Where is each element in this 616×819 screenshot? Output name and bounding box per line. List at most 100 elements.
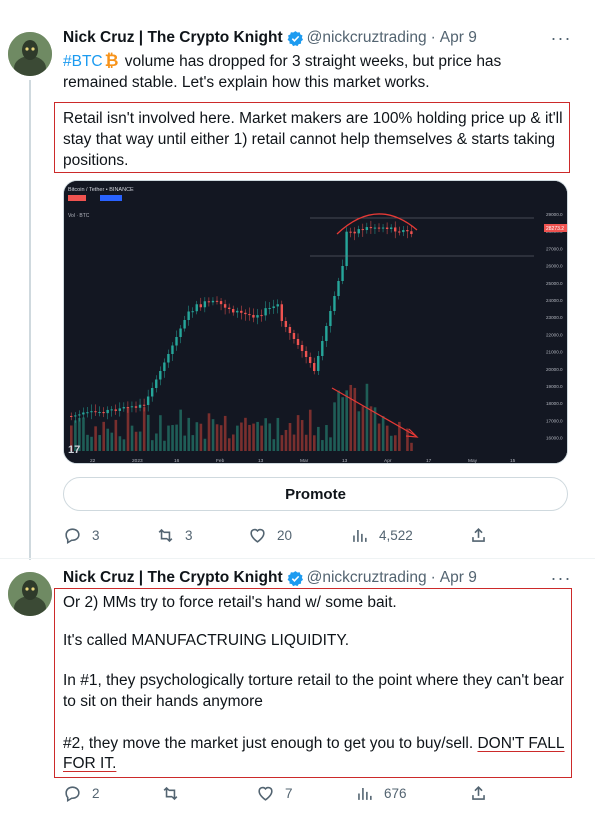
volume-bar xyxy=(146,414,150,451)
views-button[interactable]: 4,522 xyxy=(350,526,413,545)
volume-bar xyxy=(260,425,263,451)
volume-bar xyxy=(223,415,227,451)
candle xyxy=(86,412,89,414)
volume-bar xyxy=(102,421,105,451)
avatar[interactable] xyxy=(8,572,52,616)
candle xyxy=(146,396,150,405)
share-button[interactable] xyxy=(469,784,488,803)
volume-bar xyxy=(110,432,114,451)
author-handle[interactable]: @nickcruztrading xyxy=(307,569,427,587)
candle xyxy=(244,312,247,315)
volume-bar xyxy=(240,422,243,451)
volume-bar xyxy=(126,407,130,451)
candle xyxy=(394,227,397,232)
x-tick-label: Apr xyxy=(384,458,392,464)
volume-bar xyxy=(90,436,93,451)
view-count: 676 xyxy=(384,786,407,801)
volume-bar xyxy=(244,417,247,451)
reply-line-1: Or 2) MMs try to force retail's hand w/ … xyxy=(63,594,397,611)
bitcoin-icon: ₿ xyxy=(104,51,119,70)
chart-title: Bitcoin / Tether • BINANCE xyxy=(68,187,134,193)
candle xyxy=(118,408,121,411)
candle xyxy=(183,320,186,329)
y-tick-label: 18000.0 xyxy=(546,401,563,406)
candle xyxy=(138,404,142,408)
volume-bar xyxy=(341,397,344,451)
share-button[interactable] xyxy=(469,526,488,545)
candle xyxy=(377,227,381,229)
author-name[interactable]: Nick Cruz | The Crypto Knight xyxy=(63,29,283,47)
candle xyxy=(236,310,239,313)
x-tick-label: Feb xyxy=(216,458,225,464)
candle xyxy=(288,327,292,333)
more-options-icon[interactable]: ··· xyxy=(550,29,572,52)
candle xyxy=(70,415,73,417)
x-tick-label: 13 xyxy=(258,458,264,464)
hashtag-link[interactable]: #BTC xyxy=(63,53,103,70)
volume-bar xyxy=(333,402,336,451)
volume-bar xyxy=(215,424,219,451)
candle xyxy=(325,326,328,341)
avatar[interactable] xyxy=(8,32,52,76)
candle xyxy=(410,231,413,235)
candle xyxy=(317,356,320,371)
x-tick-label: May xyxy=(468,458,478,464)
views-button[interactable]: 676 xyxy=(355,784,407,803)
volume-bar xyxy=(381,416,385,451)
x-tick-label: 15 xyxy=(510,458,516,464)
volume-bar xyxy=(394,435,397,451)
like-count: 20 xyxy=(277,528,293,543)
candle xyxy=(313,363,316,371)
volume-bar xyxy=(304,434,308,451)
candle xyxy=(114,409,117,411)
reply-button[interactable]: 2 xyxy=(63,784,100,803)
volume-bar xyxy=(317,426,320,451)
volume-bar xyxy=(284,429,288,451)
candle xyxy=(248,314,251,316)
volume-bar xyxy=(122,439,126,451)
volume-bar xyxy=(159,415,162,451)
author-name[interactable]: Nick Cruz | The Crypto Knight xyxy=(63,569,283,587)
candle xyxy=(175,337,178,346)
x-tick-label: 17 xyxy=(426,458,432,464)
emphasis-text: DON'T FALL xyxy=(477,735,565,752)
quote-line-3: positions. xyxy=(63,152,129,169)
retweet-button[interactable]: 3 xyxy=(156,526,193,545)
candle xyxy=(337,281,340,296)
like-button[interactable]: 7 xyxy=(256,784,293,803)
candle xyxy=(284,321,288,327)
tweet-header: Nick Cruz | The Crypto Knight @nickcruzt… xyxy=(63,568,477,588)
verified-badge-icon xyxy=(287,30,303,46)
author-handle[interactable]: @nickcruztrading xyxy=(307,29,427,47)
volume-bar xyxy=(151,440,154,451)
candle xyxy=(134,406,138,408)
chart-image[interactable]: Bitcoin / Tether • BINANCE Vol · BTC 290… xyxy=(63,180,568,464)
like-button[interactable]: 20 xyxy=(248,526,292,545)
volume-bar xyxy=(256,421,259,451)
candle xyxy=(329,311,332,326)
tweet-text-part1: volume has dropped for 3 straight weeks,… xyxy=(124,53,502,70)
candle xyxy=(345,231,348,266)
volume-bar xyxy=(187,417,191,451)
x-tick-label: 13 xyxy=(342,458,348,464)
volume-bar xyxy=(389,435,393,451)
candle xyxy=(142,404,146,406)
volume-bar xyxy=(138,431,142,451)
retweet-button[interactable] xyxy=(161,784,190,803)
candle xyxy=(365,227,369,231)
reply-button[interactable]: 3 xyxy=(63,526,100,545)
volume-bar xyxy=(236,425,239,451)
reply-line-2: It's called MANUFACTRUING LIQUIDITY. xyxy=(63,632,350,649)
quote-line-1: Retail isn't involved here. Market maker… xyxy=(63,110,563,127)
volume-bar xyxy=(410,442,413,451)
volume-bar xyxy=(280,435,284,451)
tweet-date[interactable]: Apr 9 xyxy=(440,569,477,587)
reply-icon xyxy=(65,528,80,545)
candle xyxy=(357,229,360,234)
candle xyxy=(264,308,267,316)
candle xyxy=(321,341,324,356)
retweet-count: 3 xyxy=(185,528,193,543)
promote-button[interactable]: Promote xyxy=(63,477,568,511)
tweet-date[interactable]: Apr 9 xyxy=(440,29,477,47)
verified-badge-icon xyxy=(287,570,303,586)
